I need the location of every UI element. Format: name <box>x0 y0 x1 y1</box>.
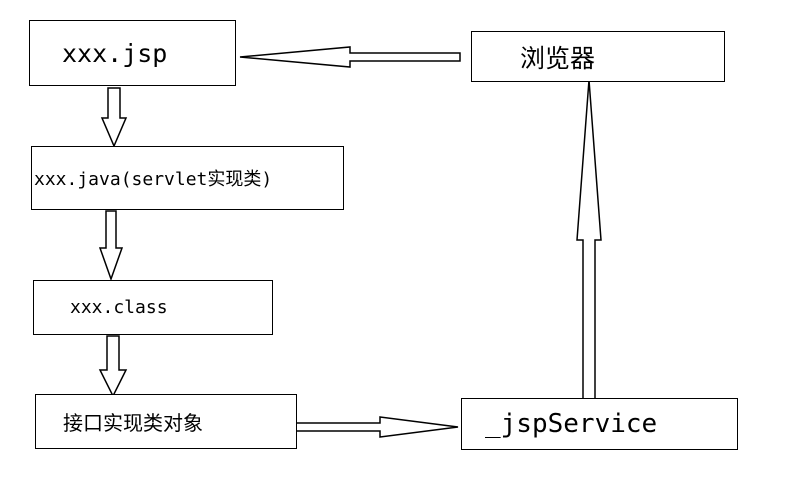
arrow-jsp-to-java <box>100 87 128 148</box>
jsp-file-label: xxx.jsp <box>62 38 168 68</box>
java-file-label: xxx.java(servlet实现类) <box>34 169 273 190</box>
arrow-java-to-class <box>98 210 124 282</box>
arrow-class-to-object <box>98 335 128 398</box>
interface-object-box: 接口实现类对象 <box>35 394 297 449</box>
jsp-service-box: _jspService <box>461 398 738 450</box>
arrow-object-to-service <box>290 416 459 438</box>
arrow-browser-to-jsp <box>239 46 461 68</box>
jsp-service-label: _jspService <box>485 409 658 439</box>
browser-label: 浏览器 <box>520 43 596 73</box>
jsp-file-box: xxx.jsp <box>29 20 236 86</box>
class-file-label: xxx.class <box>70 297 168 318</box>
class-file-box: xxx.class <box>33 280 273 335</box>
java-file-box: xxx.java(servlet实现类) <box>31 146 344 210</box>
arrow-service-to-browser <box>576 79 602 401</box>
browser-box: 浏览器 <box>471 31 725 82</box>
jsp-lifecycle-diagram: xxx.jsp xxx.java(servlet实现类) xxx.class 接… <box>0 0 796 498</box>
interface-object-label: 接口实现类对象 <box>63 411 203 435</box>
